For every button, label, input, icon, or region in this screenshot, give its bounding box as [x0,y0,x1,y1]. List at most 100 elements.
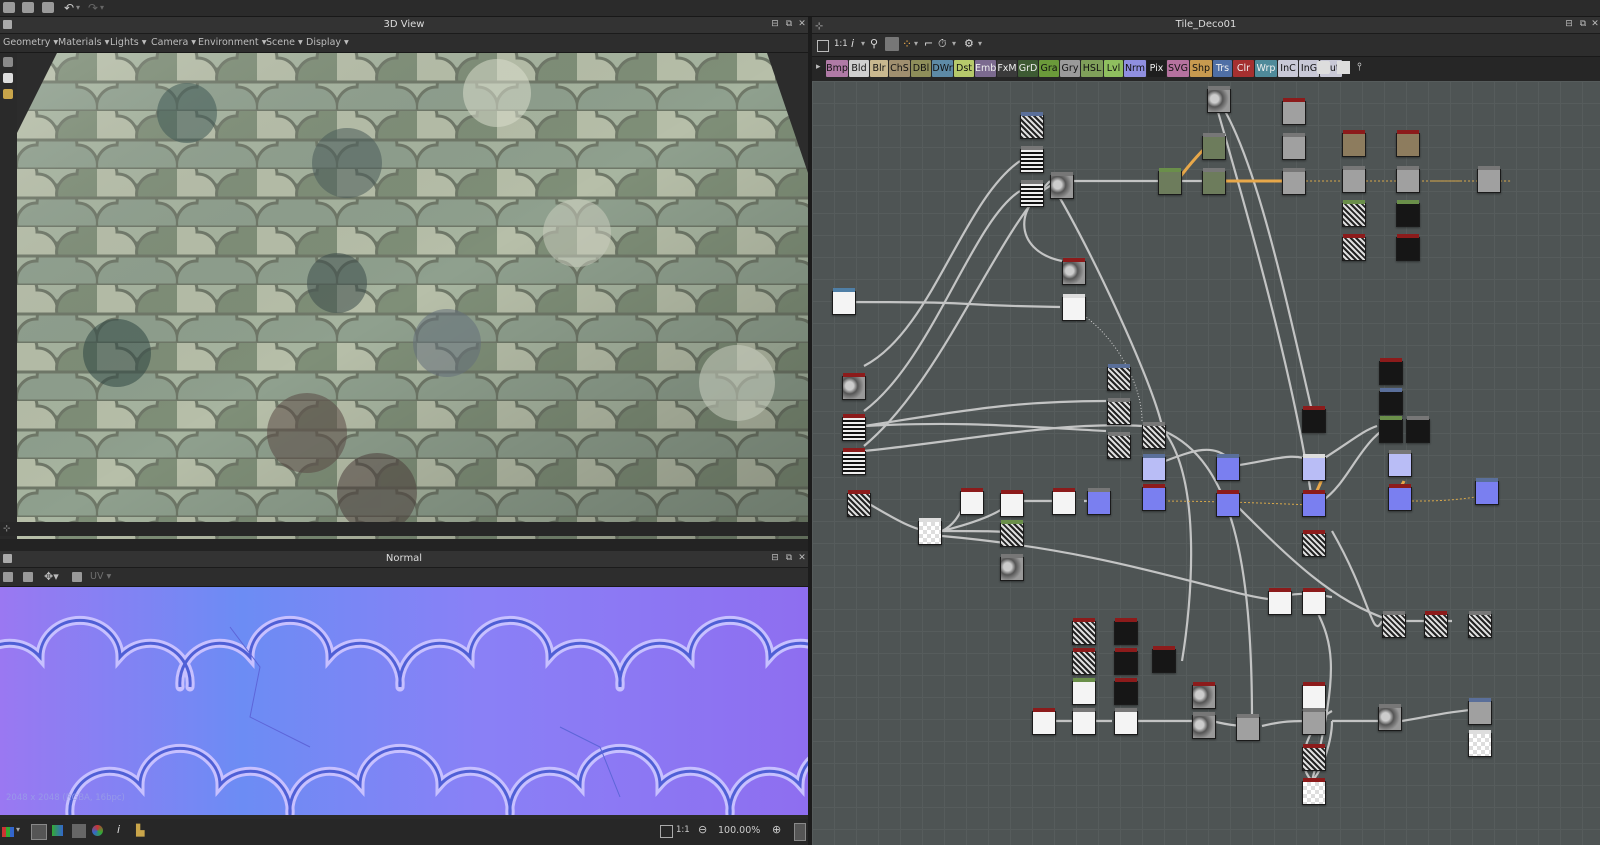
graph-node[interactable] [1062,258,1086,285]
category-svg[interactable]: SVG [1167,60,1189,77]
graph-node[interactable] [1342,234,1366,261]
graph-node[interactable] [1020,180,1044,207]
node-graph-canvas[interactable] [812,81,1600,845]
frame-all-icon[interactable] [817,40,829,52]
graph-node[interactable] [1282,133,1306,160]
graph-node[interactable] [1302,490,1326,517]
undo-dropdown-icon[interactable]: ▾ [76,0,80,16]
category-fxm[interactable]: FxM [997,60,1017,77]
graph-node[interactable] [1468,611,1492,638]
category-dst[interactable]: Dst [954,60,974,77]
histogram-icon[interactable]: ▙ [136,824,144,837]
new-file-icon[interactable] [3,2,15,13]
3d-viewport[interactable] [17,53,808,539]
graph-node[interactable] [1072,678,1096,705]
category-pix[interactable]: Pix [1147,60,1166,77]
zoom-level[interactable]: 100.00% [718,825,760,836]
graph-node[interactable] [842,373,866,400]
category-emb[interactable]: Emb [975,60,996,77]
layout-icon[interactable] [3,572,13,582]
fit-icon[interactable] [660,825,673,838]
category-gry[interactable]: Gry [1060,60,1080,77]
graph-node[interactable] [1388,484,1412,511]
graph-node[interactable] [1468,730,1492,757]
float-icon[interactable]: ⊟ [1564,19,1574,29]
color-wheel-icon[interactable] [92,825,103,836]
graph-node[interactable] [1302,778,1326,805]
graph-node[interactable] [1158,168,1182,195]
graph-node[interactable] [1388,450,1412,477]
maximize-icon[interactable]: ⧉ [784,19,794,29]
axis-icon[interactable]: ⊹ [3,524,13,534]
graph-node[interactable] [1302,708,1326,735]
graph-node[interactable] [842,414,866,441]
graph-node[interactable] [1406,416,1430,443]
graph-node[interactable] [1142,484,1166,511]
graph-node[interactable] [1202,133,1226,160]
graph-node[interactable] [1062,294,1086,321]
graph-node[interactable] [842,448,866,475]
info-icon[interactable]: i [851,37,854,50]
graph-node[interactable] [1142,454,1166,481]
graph-node[interactable] [1050,172,1074,199]
select-tool-icon[interactable] [3,57,13,67]
category-dbl[interactable]: DBl [911,60,931,77]
2d-viewport[interactable]: 2048 x 2048 (RGBA, 16bpc) [0,587,808,815]
ratio-button[interactable]: 1:1 [834,39,848,49]
open-file-icon[interactable] [22,2,34,13]
category-chs[interactable]: ChS [889,60,910,77]
graph-node[interactable] [1342,200,1366,227]
graph-node[interactable] [1114,648,1138,675]
zoom-in-icon[interactable]: ⊕ [772,823,781,836]
close-icon[interactable]: ✕ [797,19,807,29]
category-clr[interactable]: Clr [1233,60,1254,77]
align-dropdown-icon[interactable]: ▾ [914,39,918,48]
graph-node[interactable] [1302,530,1326,557]
menu-scene[interactable]: Scene ▾ [266,34,303,52]
graph-node[interactable] [1020,112,1044,139]
graph-node[interactable] [1072,708,1096,735]
graph-node[interactable] [847,490,871,517]
graph-node[interactable] [1216,490,1240,517]
category-hsl[interactable]: HSL [1081,60,1103,77]
settings-dropdown-icon[interactable]: ▾ [978,39,982,48]
select-mode-icon[interactable] [885,37,899,51]
graph-node[interactable] [1396,166,1420,193]
maximize-icon[interactable]: ⧉ [784,553,794,563]
graph-node[interactable] [1302,454,1326,481]
align-icon[interactable]: ⁘ [902,37,912,51]
menu-display[interactable]: Display ▾ [306,34,349,52]
graph-node[interactable] [1468,698,1492,725]
menu-geometry[interactable]: Geometry ▾ [3,34,58,52]
graph-node[interactable] [1302,744,1326,771]
alpha-icon[interactable] [72,824,86,838]
graph-node[interactable] [1114,708,1138,735]
channel-rgb-icon[interactable] [52,825,63,836]
uv-icon[interactable] [72,572,82,582]
category-gra[interactable]: Gra [1039,60,1059,77]
menu-materials[interactable]: Materials ▾ [58,34,109,52]
graph-node[interactable] [1114,618,1138,645]
category-dwr[interactable]: DWr [932,60,953,77]
undo-icon[interactable]: ↶ [64,0,74,16]
graph-node[interactable] [1342,166,1366,193]
connect-icon[interactable]: ⌐ [924,37,933,50]
graph-node[interactable] [1382,611,1406,638]
graph-node[interactable] [1000,520,1024,547]
graph-node[interactable] [1107,432,1131,459]
close-icon[interactable]: ✕ [1590,19,1600,29]
pen-tool-icon[interactable] [3,89,13,99]
category-bld[interactable]: Bld [849,60,869,77]
graph-node[interactable] [1302,588,1326,615]
ratio-button[interactable]: 1:1 [676,825,690,835]
graph-node[interactable] [1342,130,1366,157]
channels-icon[interactable] [23,572,33,582]
menu-environment[interactable]: Environment ▾ [198,34,266,52]
graph-node[interactable] [1236,714,1260,741]
graph-node[interactable] [1142,422,1166,449]
checker-icon[interactable] [31,824,47,840]
graph-node[interactable] [1114,678,1138,705]
graph-node[interactable] [1396,130,1420,157]
transform-icon[interactable]: ✥▾ [44,570,59,583]
scrollbar-handle[interactable] [794,823,806,841]
